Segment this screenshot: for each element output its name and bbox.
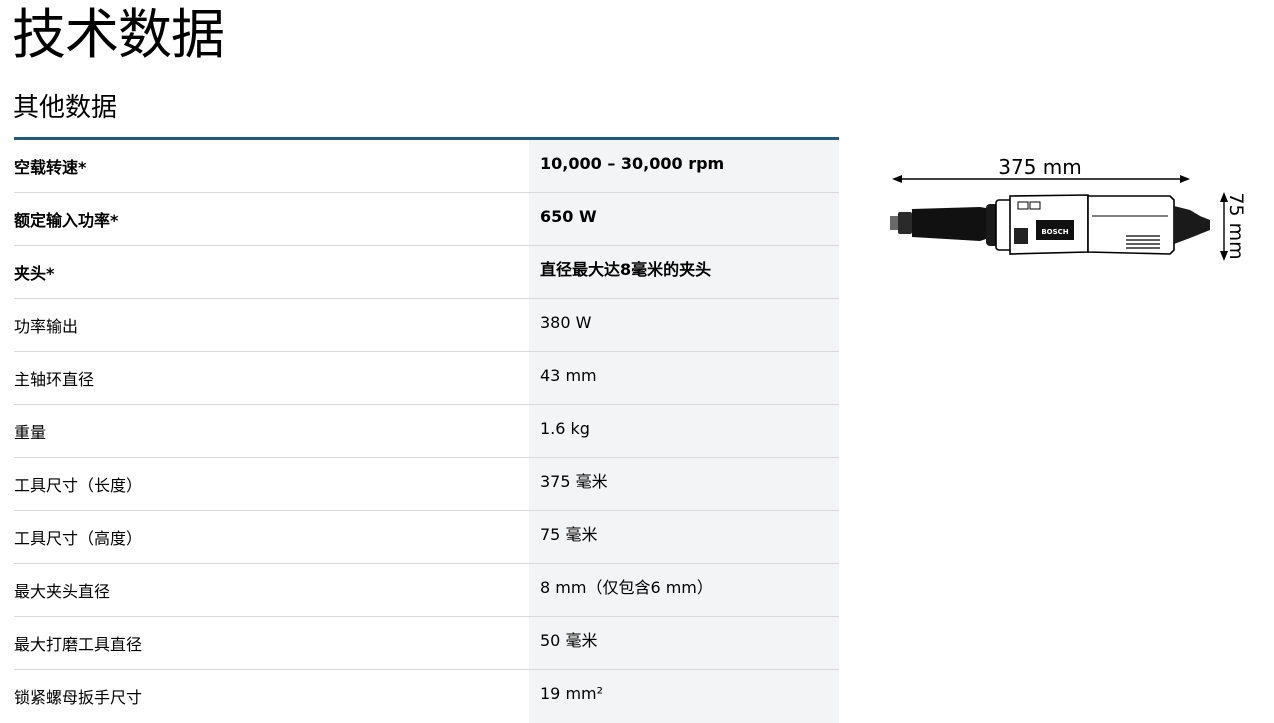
spec-value: 直径最大达8毫米的夹头 — [529, 246, 839, 298]
spec-value: 10,000 – 30,000 rpm — [529, 140, 839, 192]
spec-row-collet: 夹头* 直径最大达8毫米的夹头 — [14, 246, 839, 299]
spec-row-max-grinding-tool-diameter: 最大打磨工具直径 50 毫米 — [14, 617, 839, 670]
spec-row-locknut-wrench-size: 锁紧螺母扳手尺寸 19 mm² — [14, 670, 839, 723]
spec-value: 1.6 kg — [529, 405, 839, 457]
spec-row-rated-input-power: 额定输入功率* 650 W — [14, 193, 839, 246]
spec-row-max-collet-diameter: 最大夹头直径 8 mm（仅包含6 mm） — [14, 564, 839, 617]
spec-value: 8 mm（仅包含6 mm） — [529, 564, 839, 616]
spec-label: 最大夹头直径 — [14, 582, 111, 601]
spec-value: 380 W — [529, 299, 839, 351]
spec-value: 50 毫米 — [529, 617, 839, 669]
die-grinder-outline: BOSCH — [890, 194, 1210, 255]
length-dimension-label: 375 mm — [998, 155, 1082, 179]
height-dimension-label: 75 mm — [1225, 192, 1247, 259]
spec-label: 功率输出 — [14, 317, 79, 336]
spec-label: 工具尺寸（高度） — [14, 529, 143, 548]
spec-label: 最大打磨工具直径 — [14, 635, 143, 654]
spec-row-weight: 重量 1.6 kg — [14, 405, 839, 458]
spec-label: 空载转速* — [14, 158, 87, 177]
spec-row-tool-height: 工具尺寸（高度） 75 毫米 — [14, 511, 839, 564]
section-title: 其他数据 — [13, 93, 118, 123]
spec-table: 空载转速* 10,000 – 30,000 rpm 额定输入功率* 650 W … — [14, 137, 839, 723]
spec-label: 额定输入功率* — [14, 211, 119, 230]
spec-label: 重量 — [14, 423, 47, 442]
page-title: 技术数据 — [12, 3, 225, 66]
spec-label: 夹头* — [14, 264, 55, 283]
spec-value: 375 毫米 — [529, 458, 839, 510]
spec-value: 43 mm — [529, 352, 839, 404]
spec-row-tool-length: 工具尺寸（长度） 375 毫米 — [14, 458, 839, 511]
spec-label: 锁紧螺母扳手尺寸 — [14, 688, 143, 707]
spec-value: 75 毫米 — [529, 511, 839, 563]
spec-row-spindle-collar-diameter: 主轴环直径 43 mm — [14, 352, 839, 405]
spec-value: 650 W — [529, 193, 839, 245]
spec-value: 19 mm² — [529, 670, 839, 723]
spec-row-power-output: 功率输出 380 W — [14, 299, 839, 352]
product-dimension-diagram: 375 mm 75 mm BOSCH — [868, 138, 1260, 280]
die-grinder-dimension-drawing-icon: 375 mm 75 mm BOSCH — [890, 155, 1247, 261]
spec-row-no-load-speed: 空载转速* 10,000 – 30,000 rpm — [14, 140, 839, 193]
brand-logo-text: BOSCH — [1041, 228, 1068, 236]
spec-label: 主轴环直径 — [14, 370, 95, 389]
spec-label: 工具尺寸（长度） — [14, 476, 143, 495]
